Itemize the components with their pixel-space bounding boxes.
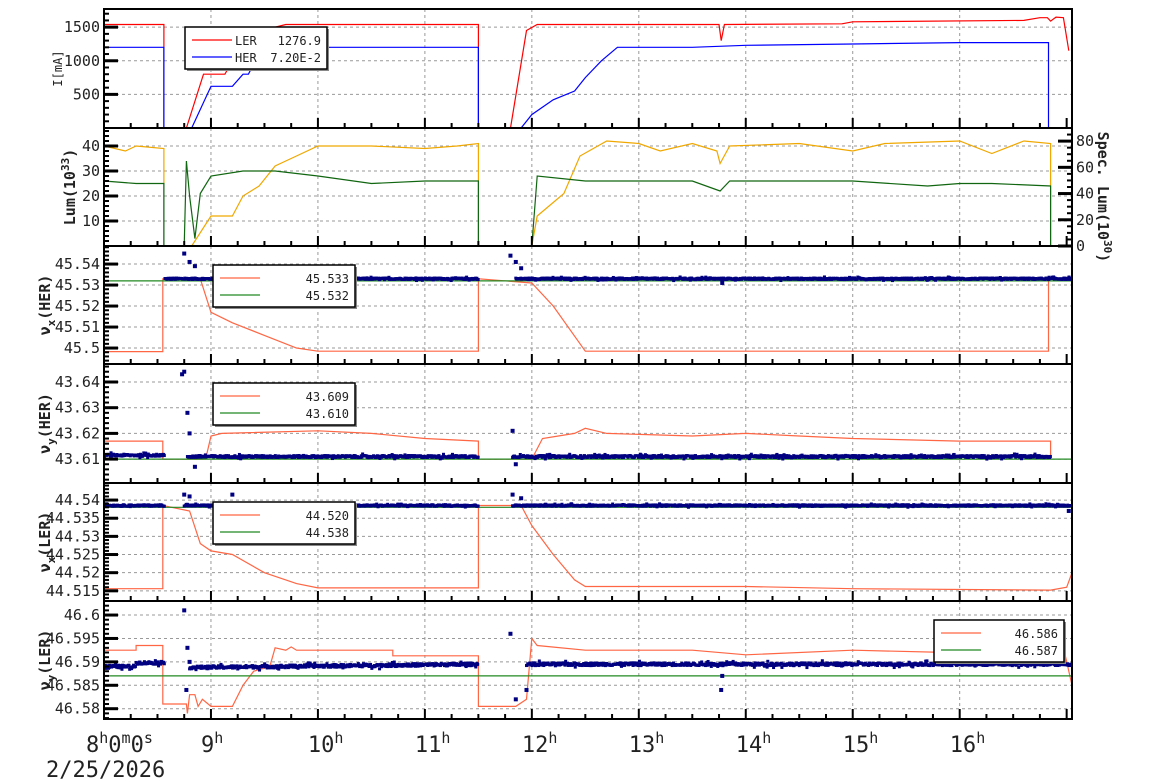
y-tick-label: 45.51: [55, 318, 100, 336]
data-point: [568, 452, 572, 456]
right-tick-label: 80: [1076, 132, 1094, 150]
right-label-end: ): [1094, 253, 1112, 262]
y-label-main: Lum(10: [61, 171, 79, 225]
y-label-end: (LER): [36, 512, 54, 557]
legend-value: 44.520: [306, 509, 349, 523]
y-tick-label: 1500: [64, 18, 100, 36]
data-point-outlier: [187, 431, 192, 436]
data-point-outlier: [182, 369, 187, 374]
data-point-outlier: [510, 428, 515, 433]
data-point: [476, 455, 480, 459]
legend-value: 43.609: [306, 390, 349, 404]
y-label-main: ν: [36, 445, 54, 454]
series-group: [104, 608, 1072, 714]
data-point-outlier: [519, 496, 524, 501]
legend-value: 45.533: [306, 272, 349, 286]
data-point: [476, 277, 480, 281]
y-tick-label: 45.52: [55, 297, 100, 315]
data-point-outlier: [1066, 508, 1071, 513]
data-point: [781, 457, 785, 461]
y-label-main: ν: [36, 563, 54, 572]
data-point-outlier: [187, 494, 192, 499]
right-tick-label: 60: [1076, 158, 1094, 176]
y-tick-label: 44.52: [55, 564, 100, 582]
panel-luminosity: 10203040Lum(1033)020406080 Spec. Lum(1030…: [59, 127, 1114, 263]
data-point-outlier: [230, 492, 235, 497]
data-point: [162, 504, 166, 508]
series-scatter-meas: [104, 608, 1072, 702]
right-tick-label: 40: [1076, 185, 1094, 203]
panel-nuy-her: 43.6143.6243.6343.64νy(HER) 43.60943.610: [36, 363, 1073, 484]
legend-label: LER: [235, 34, 257, 48]
y-axis-label: Lum(1033): [59, 149, 79, 225]
legend-value: 7.20E-2: [270, 51, 321, 65]
series-line-green: [104, 160, 1052, 246]
y-tick-label: 45.53: [55, 276, 100, 294]
legend: 43.609 43.610: [212, 382, 357, 427]
panel-nuy-ler: 46.5846.58546.5946.59546.6νy(LER) 46.5864…: [36, 600, 1073, 720]
legend-value: 44.538: [306, 526, 349, 540]
y-tick-label: 10: [82, 212, 100, 230]
data-point-outlier: [513, 462, 518, 467]
y-tick-label: 43.62: [55, 424, 100, 442]
data-point-outlier: [182, 492, 187, 497]
y-label-end: ): [61, 149, 79, 158]
right-tick-label: 20: [1076, 211, 1094, 229]
y-label-end: (HER): [36, 393, 54, 438]
y-label-main: I[mA]: [51, 50, 65, 86]
panel-nux-ler: 44.51544.5244.52544.5344.53544.54νx(LER)…: [36, 482, 1073, 602]
right-axis-label: Spec. Lum(1030): [1094, 132, 1114, 263]
data-point-outlier: [187, 259, 192, 264]
y-label-sup: 33: [59, 158, 72, 171]
y-tick-label: 44.53: [55, 527, 100, 545]
data-point-outlier: [519, 266, 524, 271]
y-tick-label: 20: [82, 187, 100, 205]
y-tick-label: 40: [82, 137, 100, 155]
data-point-outlier: [182, 251, 187, 256]
y-tick-label: 44.515: [46, 582, 100, 600]
legend-label: HER: [235, 51, 257, 65]
y-label-end: (HER): [36, 275, 54, 320]
data-point-outlier: [720, 280, 725, 285]
series-group: [104, 140, 1052, 246]
data-point-outlier: [192, 264, 197, 269]
y-tick-label: 43.61: [55, 450, 100, 468]
legend-value: 45.532: [306, 289, 349, 303]
data-point-outlier: [192, 464, 197, 469]
right-label-sup: 30: [1101, 240, 1114, 253]
y-tick-label: 30: [82, 162, 100, 180]
legend-value: 1276.9: [278, 34, 321, 48]
y-tick-label: 43.63: [55, 399, 100, 417]
y-axis-label: I[mA]: [51, 50, 65, 86]
data-point-outlier: [508, 253, 513, 258]
legend: 44.520 44.538: [212, 501, 357, 546]
data-point: [476, 504, 480, 508]
data-point: [162, 454, 166, 458]
data-point: [1048, 454, 1052, 458]
y-tick-label: 45.5: [64, 339, 100, 357]
y-tick-label: 45.54: [55, 255, 100, 273]
data-point: [162, 662, 166, 666]
panel-current: 500 1000 1500 I[mA] LER 1276.9 HER 7.20E-2: [51, 8, 1073, 129]
trend-chart: 500 1000 1500 I[mA] LER 1276.9 HER 7.20E-2 10 20 3…: [0, 0, 1154, 782]
data-point-outlier: [185, 410, 190, 415]
legend: LER 1276.9 HER 7.20E-2: [184, 26, 329, 71]
y-tick-label: 500: [73, 85, 100, 103]
series-line-orange: [104, 140, 1052, 246]
right-tick-label: 0: [1076, 237, 1085, 255]
y-label-main: ν: [36, 326, 54, 335]
y-tick-label: 1000: [64, 52, 100, 70]
data-point-outlier: [513, 259, 518, 264]
chart-svg: 500 1000 1500 I[mA] LER 1276.9 HER 7.20E-2 10 20 3…: [36, 8, 1114, 782]
data-point-outlier: [510, 492, 515, 497]
right-label-main: Spec. Lum(10: [1094, 132, 1112, 240]
y-tick-label: 43.64: [55, 373, 100, 391]
data-point: [258, 668, 262, 672]
legend-value: 43.610: [306, 407, 349, 421]
y-tick-label: 44.54: [55, 491, 100, 509]
panel-nux-her: 45.545.5145.5245.5345.54νx(HER) 45.53345.…: [36, 245, 1073, 365]
legend: 45.533 45.532: [212, 264, 357, 309]
